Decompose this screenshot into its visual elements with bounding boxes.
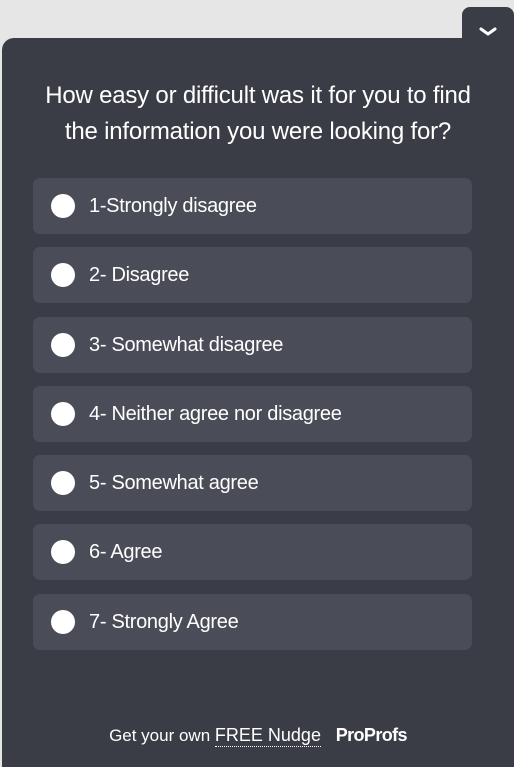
radio-button[interactable] [51,609,75,634]
option-label: 2- Disagree [89,264,190,287]
option-label: 7- Strongly Agree [89,610,239,633]
radio-button[interactable] [51,540,75,565]
radio-button[interactable] [51,401,75,426]
survey-question: How easy or difficult was it for you to … [45,82,471,145]
option-label: 4- Neither agree nor disagree [89,402,342,425]
option-3-somewhat-disagree[interactable]: 3- Somewhat disagree [33,316,472,373]
option-7-strongly-agree[interactable]: 7- Strongly Agree [33,593,472,650]
footer-prefix: Get your own [109,726,211,745]
radio-button[interactable] [51,194,75,218]
option-4-neither[interactable]: 4- Neither agree nor disagree [33,385,472,442]
option-label: 1-Strongly disagree [89,195,257,217]
radio-button[interactable] [51,332,75,357]
option-5-somewhat-agree[interactable]: 5- Somewhat agree [33,455,472,512]
option-1-strongly-disagree[interactable]: 1-Strongly disagree [33,178,472,234]
radio-button[interactable] [51,263,75,288]
option-label: 6- Agree [89,541,163,564]
survey-panel: How easy or difficult was it for you to … [2,38,514,767]
answer-options: 1-Strongly disagree 2- Disagree 3- Somew… [33,178,472,663]
free-nudge-link[interactable]: FREE Nudge [214,725,321,747]
radio-button[interactable] [51,471,75,496]
footer: Get your own FREE Nudge ProProfs [2,725,514,747]
option-label: 3- Somewhat disagree [89,333,284,356]
option-6-agree[interactable]: 6- Agree [33,524,472,581]
chevron-down-icon [479,27,497,36]
proprofs-logo[interactable]: ProProfs [336,725,408,745]
option-2-disagree[interactable]: 2- Disagree [33,247,472,304]
option-label: 5- Somewhat agree [89,472,259,495]
